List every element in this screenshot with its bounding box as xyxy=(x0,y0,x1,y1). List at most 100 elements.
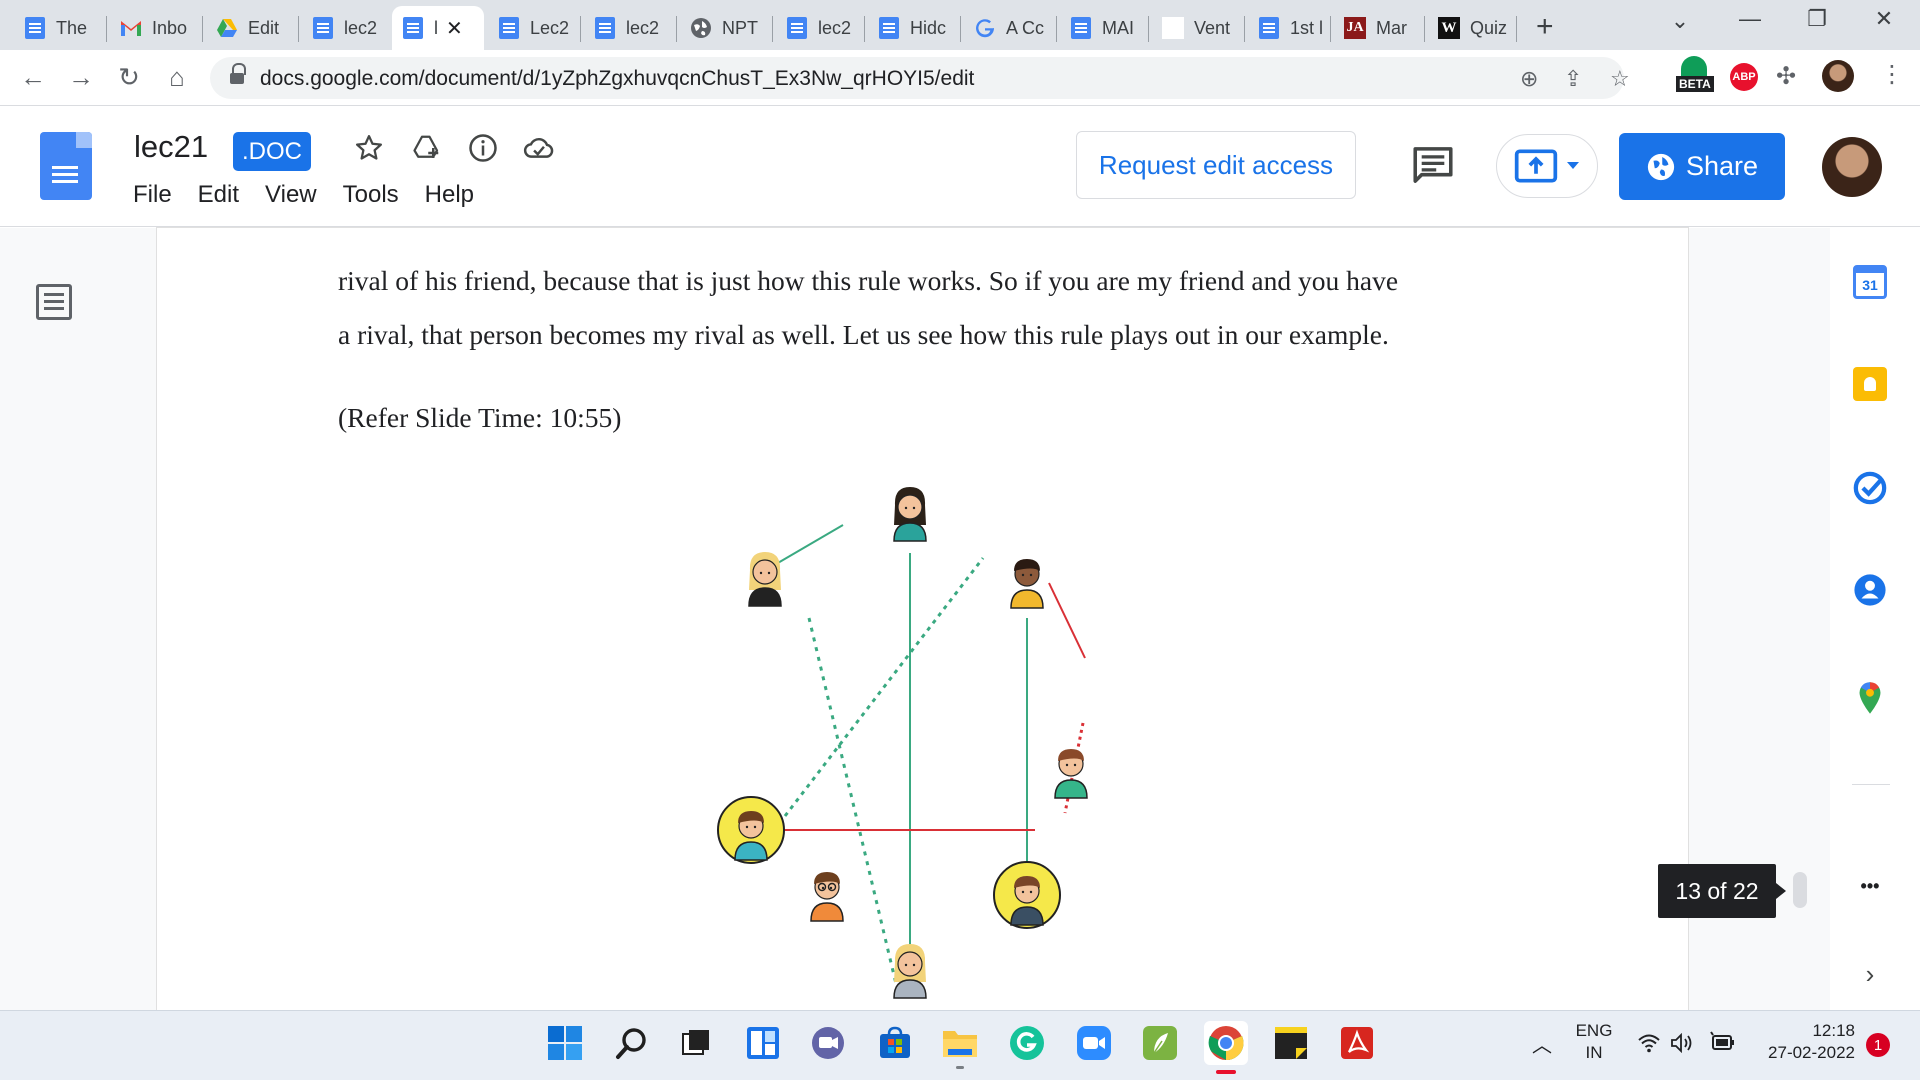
zoom-app-icon[interactable] xyxy=(1074,1023,1114,1063)
scrollbar-thumb[interactable] xyxy=(1793,872,1807,908)
add-shortcut-to-drive-icon[interactable] xyxy=(410,131,444,165)
menu-bar: File Edit View Tools Help xyxy=(133,181,500,209)
tab-6[interactable]: lec2 xyxy=(584,6,674,50)
tab-11[interactable]: MAI xyxy=(1060,6,1150,50)
microsoft-store-icon[interactable] xyxy=(875,1023,915,1063)
document-info-icon[interactable] xyxy=(466,131,500,165)
windows-start-icon[interactable] xyxy=(545,1023,585,1063)
menu-tools[interactable]: Tools xyxy=(343,181,399,209)
url-text[interactable]: docs.google.com/document/d/1yZphZgxhuvqc… xyxy=(260,67,974,91)
menu-edit[interactable]: Edit xyxy=(198,181,239,209)
windows-taskbar: ︿ ENG IN 12:18 27-02-2022 1 xyxy=(0,1010,1920,1080)
profile-avatar[interactable] xyxy=(1822,60,1854,92)
address-bar: ← → ↻ ⌂ docs.google.com/document/d/1yZph… xyxy=(0,50,1920,106)
tab-0[interactable]: The xyxy=(14,6,104,50)
feather-app-icon[interactable] xyxy=(1140,1023,1180,1063)
chevron-down-icon xyxy=(1567,162,1579,169)
docs-icon xyxy=(594,17,616,39)
menu-help[interactable]: Help xyxy=(425,181,474,209)
share-button[interactable]: Share xyxy=(1619,133,1785,200)
contacts-icon[interactable] xyxy=(1852,572,1888,608)
bookmark-star-icon[interactable]: ☆ xyxy=(1610,66,1630,92)
drive-icon xyxy=(216,17,238,39)
tab-14[interactable]: JA Mar xyxy=(1334,6,1424,50)
tab-12[interactable]: Vent xyxy=(1152,6,1246,50)
person-avatar-icon xyxy=(993,861,1061,929)
tab-8[interactable]: lec2 xyxy=(776,6,866,50)
docs-header: lec21 .DOC File Edit View Tools Help Req… xyxy=(0,107,1920,227)
task-view-icon[interactable] xyxy=(676,1023,716,1063)
friend-edge-dashed xyxy=(783,557,985,817)
document-title[interactable]: lec21 xyxy=(134,129,208,165)
show-hidden-icons-chevron-icon[interactable]: ︿ xyxy=(1532,1029,1552,1058)
tab-1[interactable]: Inbo xyxy=(110,6,200,50)
expand-panel-chevron-icon[interactable]: › xyxy=(1852,956,1888,992)
teams-chat-icon[interactable] xyxy=(808,1023,848,1063)
forward-icon[interactable]: → xyxy=(64,62,98,93)
tab-7[interactable]: NPT xyxy=(680,6,770,50)
present-button[interactable] xyxy=(1496,134,1598,198)
keep-icon[interactable] xyxy=(1852,366,1888,402)
menu-file[interactable]: File xyxy=(133,181,172,209)
more-addons-icon[interactable]: ••• xyxy=(1852,868,1888,904)
friend-edge xyxy=(770,524,844,568)
sticky-notes-icon[interactable] xyxy=(1271,1023,1311,1063)
language-indicator[interactable]: ENG IN xyxy=(1572,1021,1616,1063)
minimize-icon[interactable]: — xyxy=(1730,6,1770,32)
reload-icon[interactable]: ↻ xyxy=(112,62,146,93)
extensions-puzzle-icon[interactable]: ✣ xyxy=(1776,62,1796,91)
tab-5[interactable]: Lec2 xyxy=(488,6,578,50)
calendar-icon[interactable]: 31 xyxy=(1852,264,1888,300)
lock-icon[interactable] xyxy=(230,63,246,85)
person-avatar-icon xyxy=(1054,749,1088,799)
star-icon[interactable] xyxy=(352,131,386,165)
maps-icon[interactable] xyxy=(1852,680,1888,716)
battery-icon[interactable] xyxy=(1710,1031,1736,1058)
tab-10[interactable]: A Cc xyxy=(964,6,1054,50)
zoom-icon[interactable]: ⊕ xyxy=(1520,66,1538,92)
document-canvas: rival of his friend, because that is jus… xyxy=(0,228,1920,1010)
wifi-icon[interactable] xyxy=(1637,1033,1661,1058)
chrome-icon[interactable] xyxy=(1204,1021,1248,1074)
tab-15[interactable]: W Quiz xyxy=(1428,6,1518,50)
file-explorer-icon[interactable] xyxy=(940,1023,980,1069)
search-icon[interactable] xyxy=(612,1023,652,1063)
volume-icon[interactable] xyxy=(1670,1032,1696,1058)
google-icon xyxy=(974,17,996,39)
page-counter: 13 of 22 xyxy=(1658,864,1786,918)
close-window-icon[interactable]: ✕ xyxy=(1864,6,1904,32)
cloud-saved-icon[interactable] xyxy=(522,131,556,165)
request-edit-access-button[interactable]: Request edit access xyxy=(1076,131,1356,199)
home-icon[interactable]: ⌂ xyxy=(160,62,194,93)
widgets-icon[interactable] xyxy=(743,1023,783,1063)
adblock-icon[interactable]: ABP xyxy=(1730,63,1758,91)
tab-3[interactable]: lec2 xyxy=(302,6,392,50)
share-page-icon[interactable]: ⇪ xyxy=(1564,66,1582,92)
menu-view[interactable]: View xyxy=(265,181,317,209)
beta-extension-icon[interactable]: BETA xyxy=(1676,56,1714,96)
comments-icon[interactable] xyxy=(1412,145,1454,190)
new-tab-button[interactable]: + xyxy=(1536,10,1554,44)
menu-kebab-icon[interactable]: ⋮ xyxy=(1880,60,1904,89)
tab-search-icon[interactable]: ⌄ xyxy=(1660,8,1700,34)
restore-icon[interactable]: ❐ xyxy=(1797,6,1837,32)
docs-logo-icon[interactable] xyxy=(40,132,92,200)
person-avatar-icon xyxy=(748,552,782,607)
omnibox[interactable]: docs.google.com/document/d/1yZphZgxhuvqc… xyxy=(210,57,1630,99)
globe-icon xyxy=(690,17,712,39)
w-icon: W xyxy=(1438,17,1460,39)
grammarly-icon[interactable] xyxy=(1007,1023,1047,1063)
acrobat-reader-icon[interactable] xyxy=(1337,1023,1377,1063)
notification-badge[interactable]: 1 xyxy=(1866,1033,1890,1057)
tab-13[interactable]: 1st l xyxy=(1248,6,1330,50)
back-icon[interactable]: ← xyxy=(16,62,50,93)
close-tab-icon[interactable]: ✕ xyxy=(446,16,463,41)
tab-active[interactable]: l ✕ xyxy=(392,6,484,50)
document-outline-icon[interactable] xyxy=(36,284,72,320)
clock[interactable]: 12:18 27-02-2022 xyxy=(1745,1021,1855,1063)
tab-9[interactable]: Hidc xyxy=(868,6,958,50)
tab-2[interactable]: Edit xyxy=(206,6,296,50)
person-avatar-icon xyxy=(717,796,785,864)
account-avatar[interactable] xyxy=(1822,137,1882,197)
tasks-icon[interactable] xyxy=(1852,470,1888,506)
